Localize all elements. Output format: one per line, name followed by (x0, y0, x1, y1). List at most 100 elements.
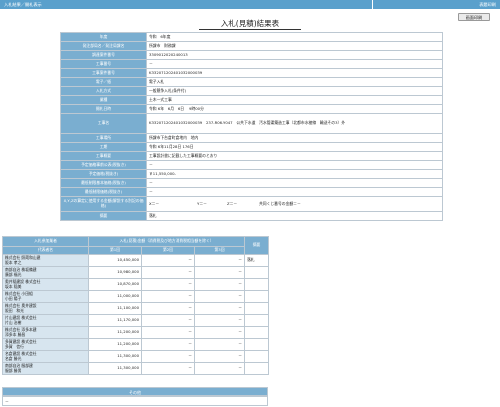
bid-result (244, 278, 269, 291)
bid-result (244, 338, 269, 351)
info-value: － (146, 178, 443, 188)
info-value: － (146, 187, 443, 197)
title-underline (199, 29, 301, 30)
bidder-name: 多賀建設 株式会社 多賀 信行 (2, 338, 89, 351)
col-amount-group: 入札(見積)金額（消費税及び地方消費税相当額を除く） (88, 236, 245, 247)
other-heading: その他 (2, 387, 268, 396)
bidder-row: 名倉建設 株式会社 名倉 勝光 11,300,000 － － (2, 350, 269, 363)
amount-round3: － (194, 302, 245, 315)
representative-name: 添多本 勝昌 (5, 331, 26, 337)
info-row-outline: 工事概要 工事設計書に記載した工事概要のとおり (60, 151, 443, 161)
info-label: 最低制限価格(税抜き) (60, 187, 147, 197)
info-label: 摘要 (60, 211, 147, 221)
xyz-z: Z＝－ (227, 200, 238, 206)
amount-round2: － (141, 338, 195, 351)
info-label: 入札方式 (60, 86, 147, 96)
amount-round3: － (194, 314, 245, 327)
info-row-department: 発注部局名／発注局課名 所課市 財務課 (60, 41, 443, 51)
info-value: 令和 6年11月28日 176日 (146, 142, 443, 152)
info-row-period: 工期 令和 6年11月28日 176日 (60, 142, 443, 152)
bidder-row: 南部自治 株坂備建 廣部 福光 10,980,000 － － (2, 266, 269, 279)
bidder-row: 南部自治 服部建 服部 勝男 11,300,000 － － (2, 362, 269, 375)
amount-round3: － (194, 266, 245, 279)
info-label: 工事番号 (60, 59, 147, 69)
bidders-table: 入札参加業者 入札(見積)金額（消費税及び地方消費税相当額を除く） 摘要 代表者… (2, 236, 269, 375)
bidder-name: 株式会社 照蔵和山建 阪本 孝之 (2, 254, 89, 267)
amount-round1: 11,200,000 (88, 326, 142, 339)
bidder-name: 株式会社 小田組 小田 陽子 (2, 290, 89, 303)
info-value: － (146, 160, 443, 170)
amount-round2: － (141, 302, 195, 315)
info-label: 工事場所 (60, 133, 147, 143)
info-row-work-case-no: 工事案件番号 K332071202401032000039 (60, 68, 443, 78)
bid-result (244, 362, 269, 375)
info-row-bid-method: 入札方式 一般競争入札(条件付) (60, 86, 443, 96)
bidder-row: 株式会社 小田組 小田 陽子 11,000,000 － － (2, 290, 269, 303)
amount-round2: － (141, 290, 195, 303)
amount-round2: － (141, 266, 195, 279)
info-label: 電子／紙 (60, 77, 147, 87)
amount-round1: 10,870,000 (88, 278, 142, 291)
top-header-bar: 入札結果／開札表示 表題印刷 (0, 0, 500, 9)
col-round3: 第3回 (194, 246, 245, 255)
bidder-row: 株式会社 奥井建設 阪田 和光 11,100,000 － － (2, 302, 269, 315)
info-row-procurement-no: 調達案件番号 3309012020240013 (60, 50, 443, 60)
header-left-text: 入札結果／開札表示 (4, 2, 42, 7)
bidder-name: 奥井稲建設 株式会社 坂本 稲美 (2, 278, 89, 291)
representative-name: 名倉 勝光 (5, 355, 22, 361)
bid-result (244, 302, 269, 315)
xyz-note: 共同くじ番号の金額＝－ (259, 200, 301, 206)
info-value: 所課市 財務課 (146, 41, 443, 51)
bid-result: 落札 (244, 254, 269, 267)
info-label: 年度 (60, 32, 147, 42)
amount-round2: － (141, 326, 195, 339)
info-value: 一般競争入札(条件付) (146, 86, 443, 96)
col-company: 代表者名 (2, 246, 89, 255)
info-value: ￥11,550,000- (146, 169, 443, 179)
info-value: 落札 (146, 211, 443, 221)
bid-result (244, 266, 269, 279)
amount-round1: 10,450,000 (88, 254, 142, 267)
xyz-y: Y＝－ (197, 200, 207, 206)
page-title: 入札(見積)結果表 (220, 19, 280, 28)
bid-result (244, 290, 269, 303)
info-row-planned-price: 予定価格(税抜き) ￥11,550,000- (60, 169, 443, 179)
amount-round1: 11,200,000 (88, 338, 142, 351)
info-value: － (146, 59, 443, 69)
representative-name: 阪本 孝之 (5, 259, 22, 265)
info-value: K332071202401032000039 237-R06-Y047 公共下水… (146, 113, 443, 134)
col-round2: 第2回 (141, 246, 195, 255)
info-row-electronic: 電子／紙 電子入札 (60, 77, 443, 87)
amount-round2: － (141, 314, 195, 327)
bidder-row: 株式会社 添多本建 添多本 勝昌 11,200,000 － － (2, 326, 269, 339)
info-row-year: 年度 令和 6年度 (60, 32, 443, 42)
info-row-work-name: 工事名 K332071202401032000039 237-R06-Y047 公… (60, 113, 443, 134)
info-label: X,Y,Zの算定に使用する金額(解説する別記の価格) (60, 196, 147, 212)
amount-round1: 11,300,000 (88, 350, 142, 363)
info-value: 令和 6年 6月 6日 9時00分 (146, 104, 443, 114)
bid-result (244, 350, 269, 363)
info-label: 業種 (60, 95, 147, 105)
amount-round3: － (194, 278, 245, 291)
header-right-text: 表題印刷 (372, 0, 500, 9)
info-label: 工事名 (60, 113, 147, 134)
info-label: 工期 (60, 142, 147, 152)
amount-round2: － (141, 350, 195, 363)
col-result: 摘要 (244, 236, 269, 255)
info-row-work-place: 工事場所 所課市下台倉町倉地内 地内 (60, 133, 443, 143)
col-round1: 第1回 (88, 246, 142, 255)
info-value: 所課市下台倉町倉地内 地内 (146, 133, 443, 143)
info-row-opening-date: 開札日時 令和 6年 6月 6日 9時00分 (60, 104, 443, 114)
bidder-name: 南部自治 株坂備建 廣部 福光 (2, 266, 89, 279)
info-label: 開札日時 (60, 104, 147, 114)
amount-round1: 11,000,000 (88, 290, 142, 303)
amount-round2: － (141, 254, 195, 267)
info-value: 土木一式工事 (146, 95, 443, 105)
info-value: K332071202401032000039 (146, 68, 443, 78)
bidder-row: 株式会社 照蔵和山建 阪本 孝之 10,450,000 － － 落札 (2, 254, 269, 267)
info-label: 発注部局名／発注局課名 (60, 41, 147, 51)
representative-name: 服部 勝男 (5, 367, 22, 373)
amount-round3: － (194, 338, 245, 351)
amount-round1: 11,170,000 (88, 314, 142, 327)
info-row-min-base-price: 最低制限基本価格(税抜き) － (60, 178, 443, 188)
